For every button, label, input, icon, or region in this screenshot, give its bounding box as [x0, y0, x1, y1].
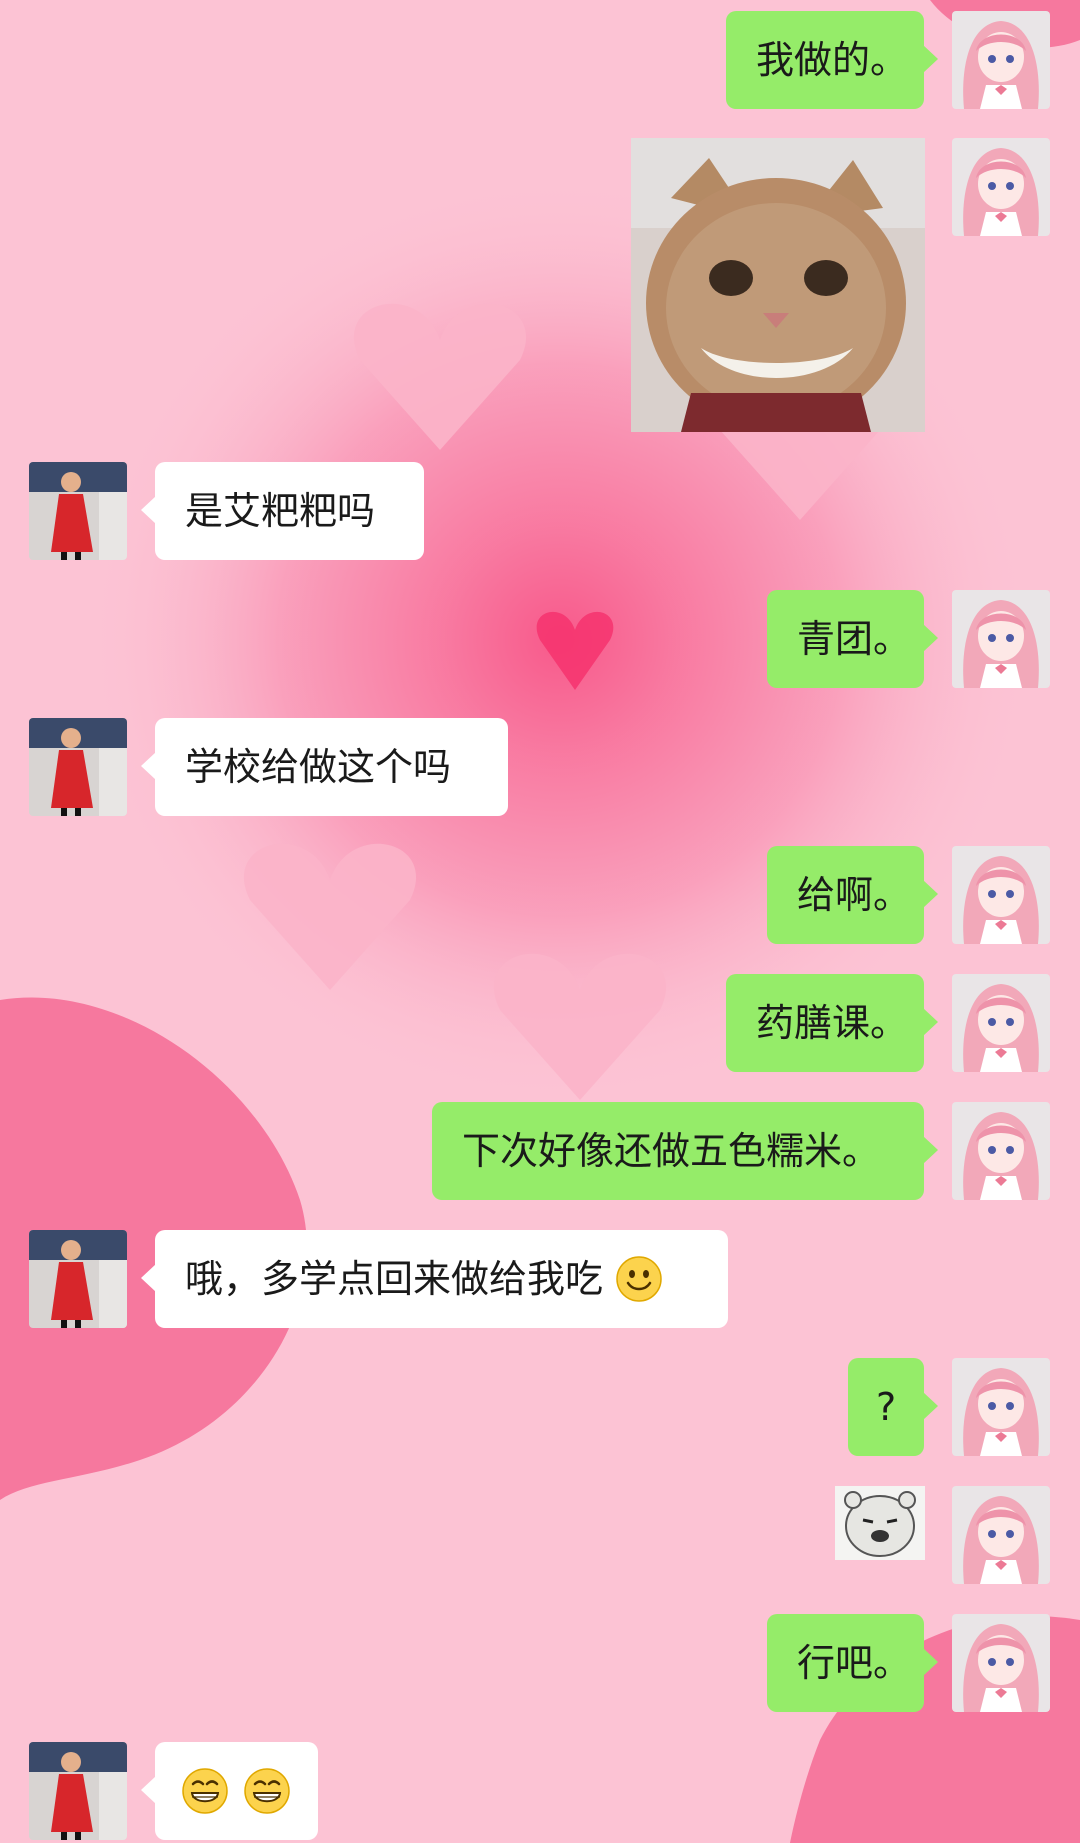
message-bubble-mine[interactable]: 行吧。 — [767, 1614, 938, 1712]
contact-avatar[interactable] — [29, 462, 127, 560]
my-avatar[interactable] — [952, 1102, 1050, 1200]
smile-emoji-icon — [616, 1255, 662, 1302]
my-avatar[interactable] — [952, 846, 1050, 944]
message-text: 药膳课。 — [756, 1001, 909, 1045]
my-avatar[interactable] — [952, 1358, 1050, 1456]
message-text: 我做的。 — [756, 38, 909, 82]
message-bubble-theirs[interactable]: 是艾粑粑吗 — [141, 462, 424, 560]
grin-emoji-icon — [182, 1767, 228, 1814]
message-bubble-mine[interactable]: 我做的。 — [726, 11, 938, 109]
my-avatar[interactable] — [952, 1614, 1050, 1712]
message-text: 是艾粑粑吗 — [185, 489, 376, 533]
my-avatar[interactable] — [952, 974, 1050, 1072]
grin-emoji-icon — [244, 1767, 290, 1814]
contact-avatar[interactable] — [29, 718, 127, 816]
smiling-cat-photo[interactable] — [631, 138, 925, 432]
bear-meme-sticker[interactable] — [835, 1486, 925, 1560]
message-bubble-theirs[interactable]: 学校给做这个吗 — [141, 718, 508, 816]
message-text: 下次好像还做五色糯米。 — [462, 1129, 881, 1173]
message-bubble-mine[interactable]: ? — [848, 1358, 938, 1456]
message-bubble-theirs[interactable]: 哦，多学点回来做给我吃 — [141, 1230, 728, 1328]
my-avatar[interactable] — [952, 138, 1050, 236]
message-bubble-theirs[interactable] — [141, 1742, 318, 1840]
message-text: 青团。 — [797, 617, 912, 661]
message-bubble-mine[interactable]: 药膳课。 — [726, 974, 938, 1072]
message-text: ? — [876, 1385, 897, 1429]
contact-avatar[interactable] — [29, 1742, 127, 1840]
my-avatar[interactable] — [952, 590, 1050, 688]
my-avatar[interactable] — [952, 1486, 1050, 1584]
message-text: 学校给做这个吗 — [185, 745, 452, 789]
message-text: 哦，多学点回来做给我吃 — [185, 1257, 604, 1301]
message-text: 行吧。 — [797, 1641, 912, 1685]
contact-avatar[interactable] — [29, 1230, 127, 1328]
message-bubble-mine[interactable]: 给啊。 — [767, 846, 938, 944]
message-bubble-mine[interactable]: 青团。 — [767, 590, 938, 688]
message-bubble-mine[interactable]: 下次好像还做五色糯米。 — [432, 1102, 938, 1200]
my-avatar[interactable] — [952, 11, 1050, 109]
message-text: 给啊。 — [797, 873, 912, 917]
